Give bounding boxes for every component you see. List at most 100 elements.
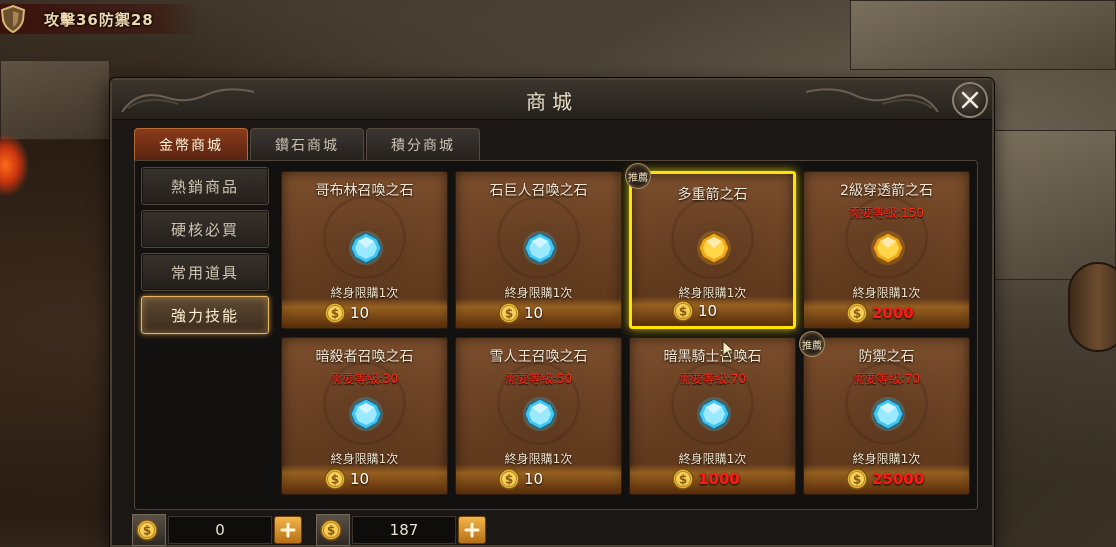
blue-gem-icon bbox=[870, 396, 906, 432]
shop-item-card[interactable]: 石巨人召喚之石 終身限購1次 $ 10 bbox=[455, 171, 622, 329]
coin-icon-wrap: $ bbox=[132, 514, 166, 546]
svg-text:$: $ bbox=[327, 524, 335, 538]
blue-gem-icon bbox=[522, 396, 558, 432]
item-price: 10 bbox=[350, 304, 370, 322]
svg-text:$: $ bbox=[853, 473, 861, 487]
svg-text:$: $ bbox=[505, 307, 513, 321]
price-bar: $ 10 bbox=[456, 298, 621, 328]
tab-gold-shop[interactable]: 金幣商城 bbox=[134, 128, 248, 160]
svg-text:$: $ bbox=[143, 524, 151, 538]
gold-gem-icon bbox=[696, 230, 732, 266]
coin-icon: $ bbox=[846, 468, 868, 490]
shop-item-card-selected[interactable]: 多重箭之石 終身限購1次 $ 10 bbox=[629, 171, 796, 329]
add-currency-button[interactable] bbox=[274, 516, 302, 544]
price-bar: $ 10 bbox=[456, 464, 621, 494]
level-requirement: 需要等級:50 bbox=[504, 372, 573, 386]
item-name: 暗殺者召喚之石 bbox=[315, 349, 414, 365]
close-button[interactable] bbox=[952, 82, 988, 118]
level-requirement: 需要等級:70 bbox=[678, 372, 747, 386]
add-currency-button[interactable] bbox=[458, 516, 486, 544]
svg-text:$: $ bbox=[853, 307, 861, 321]
tab-diamond-shop[interactable]: 鑽石商城 bbox=[250, 128, 364, 160]
item-name: 多重箭之石 bbox=[677, 187, 748, 203]
plus-icon bbox=[464, 522, 480, 538]
blue-gem-icon bbox=[696, 396, 732, 432]
item-name: 哥布林召喚之石 bbox=[315, 183, 414, 199]
plus-icon bbox=[280, 522, 296, 538]
item-price: 2000 bbox=[872, 304, 914, 322]
shop-tabs: 金幣商城 鑽石商城 積分商城 bbox=[134, 128, 480, 160]
level-requirement: 需要等級:150 bbox=[849, 206, 924, 220]
player-status-bar: 攻擊36防禦28 bbox=[0, 4, 200, 34]
price-bar: $ 10 bbox=[632, 296, 793, 326]
price-bar: $ 10 bbox=[282, 298, 447, 328]
background-wall bbox=[850, 0, 1116, 70]
coin-icon: $ bbox=[672, 468, 694, 490]
item-price: 10 bbox=[698, 302, 718, 320]
currency-amount: 0 bbox=[168, 516, 272, 544]
blue-gem-icon bbox=[522, 230, 558, 266]
item-price: 10 bbox=[350, 470, 370, 488]
background-barrel bbox=[1068, 262, 1116, 352]
item-name: 暗黑騎士召喚石 bbox=[663, 349, 762, 365]
mouse-cursor-icon bbox=[722, 340, 736, 360]
shop-item-card[interactable]: 2級穿透箭之石 需要等級:150 終身限購1次 $ 2000 bbox=[803, 171, 970, 329]
svg-text:$: $ bbox=[505, 473, 513, 487]
shop-item-card[interactable]: 暗黑騎士召喚石 需要等級:70 終身限購1次 $ 1000 bbox=[629, 337, 796, 495]
coin-icon: $ bbox=[498, 302, 520, 324]
background-wall bbox=[994, 130, 1116, 280]
category-sidebar: 熱銷商品 硬核必買 常用道具 強力技能 bbox=[141, 167, 269, 339]
attack-defense-text: 攻擊36防禦28 bbox=[44, 10, 154, 29]
coin-icon: $ bbox=[324, 302, 346, 324]
background-wall bbox=[0, 60, 110, 140]
coin-icon: $ bbox=[320, 519, 342, 541]
shop-dialog: 商城 金幣商城 鑽石商城 積分商城 熱銷商品 硬核必買 常用道具 強力技能 哥布… bbox=[110, 78, 994, 547]
coin-icon: $ bbox=[498, 468, 520, 490]
svg-text:$: $ bbox=[679, 305, 687, 319]
price-bar: $ 2000 bbox=[804, 298, 969, 328]
coin-icon-wrap: $ bbox=[316, 514, 350, 546]
level-requirement: 需要等級:70 bbox=[852, 372, 921, 386]
item-name: 防禦之石 bbox=[858, 349, 915, 365]
shop-item-card[interactable]: 暗殺者召喚之石 需要等級:30 終身限購1次 $ 10 bbox=[281, 337, 448, 495]
shop-item-card[interactable]: 防禦之石 需要等級:70 終身限購1次 $ 25000 bbox=[803, 337, 970, 495]
dialog-title: 商城 bbox=[526, 90, 578, 114]
blue-gem-icon bbox=[348, 230, 384, 266]
price-bar: $ 10 bbox=[282, 464, 447, 494]
bound-gold-currency: $ 187 bbox=[316, 514, 492, 546]
item-name: 石巨人召喚之石 bbox=[489, 183, 588, 199]
shield-icon bbox=[0, 5, 26, 33]
shop-item-card[interactable]: 雪人王召喚之石 需要等級:50 終身限購1次 $ 10 bbox=[455, 337, 622, 495]
sidebar-item-common-items[interactable]: 常用道具 bbox=[141, 253, 269, 291]
sidebar-item-hot-sale[interactable]: 熱銷商品 bbox=[141, 167, 269, 205]
svg-text:$: $ bbox=[331, 473, 339, 487]
item-price: 10 bbox=[524, 304, 544, 322]
item-price: 25000 bbox=[872, 470, 925, 488]
recommended-badge: 推薦 bbox=[625, 163, 651, 189]
coin-icon: $ bbox=[136, 519, 158, 541]
svg-text:$: $ bbox=[331, 307, 339, 321]
coin-icon: $ bbox=[846, 302, 868, 324]
background-fire bbox=[0, 135, 28, 195]
sidebar-item-hardcore[interactable]: 硬核必買 bbox=[141, 210, 269, 248]
gold-currency: $ 0 bbox=[132, 514, 308, 546]
coin-icon: $ bbox=[672, 300, 694, 322]
tab-points-shop[interactable]: 積分商城 bbox=[366, 128, 480, 160]
item-name: 雪人王召喚之石 bbox=[489, 349, 588, 365]
gold-gem-icon bbox=[870, 230, 906, 266]
svg-text:$: $ bbox=[679, 473, 687, 487]
dialog-header: 商城 bbox=[112, 80, 992, 120]
currency-amount: 187 bbox=[352, 516, 456, 544]
price-bar: $ 25000 bbox=[804, 464, 969, 494]
shop-item-card[interactable]: 哥布林召喚之石 終身限購1次 $ 10 bbox=[281, 171, 448, 329]
coin-icon: $ bbox=[324, 468, 346, 490]
recommended-badge: 推薦 bbox=[799, 331, 825, 357]
item-price: 10 bbox=[524, 470, 544, 488]
sidebar-item-power-skills[interactable]: 強力技能 bbox=[141, 296, 269, 334]
level-requirement: 需要等級:30 bbox=[330, 372, 399, 386]
currency-bar: $ 0 $ 187 bbox=[132, 514, 492, 546]
item-grid: 哥布林召喚之石 終身限購1次 $ 10 石巨人召喚之石 終身限購1次 $ 10 … bbox=[281, 163, 973, 503]
blue-gem-icon bbox=[348, 396, 384, 432]
content-panel: 熱銷商品 硬核必買 常用道具 強力技能 哥布林召喚之石 終身限購1次 $ 10 … bbox=[134, 160, 978, 510]
close-icon bbox=[961, 91, 979, 109]
